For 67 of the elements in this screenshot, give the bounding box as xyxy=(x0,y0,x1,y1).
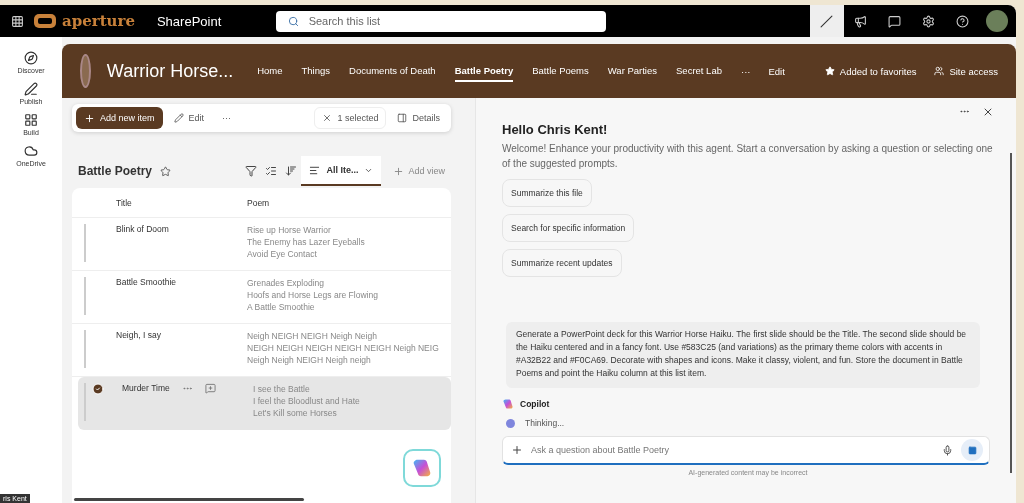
onedrive-icon xyxy=(24,144,38,158)
copilot-button[interactable] xyxy=(403,449,441,487)
clear-selection-button[interactable]: 1 selected xyxy=(314,107,387,129)
mic-icon[interactable] xyxy=(942,444,953,456)
nav-link[interactable]: Home xyxy=(257,60,283,82)
column-header[interactable]: Poem xyxy=(247,197,451,208)
star-icon xyxy=(824,66,835,76)
site-logo xyxy=(80,54,91,88)
close-icon xyxy=(322,113,333,123)
close-icon[interactable] xyxy=(982,106,994,118)
plus-icon xyxy=(393,165,405,177)
favorite-star-icon[interactable] xyxy=(160,165,172,177)
search-field[interactable]: Search this list xyxy=(275,10,606,32)
plus-icon xyxy=(84,112,95,124)
app-name: SharePoint xyxy=(156,13,222,29)
avatar[interactable] xyxy=(986,10,1008,32)
edit-link[interactable]: Edit xyxy=(768,65,785,77)
nav-link[interactable]: Secret Lab xyxy=(676,60,722,82)
copilot-logo-icon xyxy=(411,457,433,479)
poem-cell-text: Grenades Exploding Hoofs and Horse Legs are Flowing A Battle Smoothie xyxy=(247,277,379,314)
nav-link[interactable]: War Parties xyxy=(607,60,657,82)
lines-icon xyxy=(309,164,321,176)
poem-cell-text: I see the Battle I feel the Bloodlust and Hate Let's Kill some Horses xyxy=(253,383,361,420)
site-title: Warrior Horse... xyxy=(106,60,234,82)
sender-name: Copilot xyxy=(520,399,550,409)
title-cell: Murder Time xyxy=(122,383,170,393)
comment-icon[interactable] xyxy=(204,383,216,394)
prompt-button[interactable]: Summarize recent updates xyxy=(502,249,622,277)
title-cell: Battle Smoothie xyxy=(116,277,176,287)
nav-link[interactable]: Documents of Death xyxy=(349,60,436,82)
poem-cell-text: Neigh NEIGH NEIGH Neigh Neigh NEIGH NEIGH NEIGH NEIGH NEIGH Neigh NEIG Neigh Neigh NEIGH Neigh neigh xyxy=(247,330,440,367)
panel-icon xyxy=(397,113,408,123)
placeholder-text: Ask a question about Battle Poetry xyxy=(531,445,671,455)
publish-icon xyxy=(24,82,38,96)
plus-icon[interactable] xyxy=(511,444,523,456)
discover-icon xyxy=(24,51,38,65)
title-cell: Blink of Doom xyxy=(116,224,169,234)
title-cell: Neigh, I say xyxy=(116,330,161,340)
prompt-button[interactable]: Search for specific information xyxy=(502,214,635,242)
column-header[interactable]: Title xyxy=(116,197,247,208)
nav-link[interactable]: Things xyxy=(301,60,330,82)
welcome-text: Welcome! Enhance your productivity with this agent. Start a conversation by asking a question or selecting one of the suggested prompts. xyxy=(502,142,994,171)
thinking-dot xyxy=(506,418,515,428)
favorites-button[interactable]: Added to favorites xyxy=(824,65,917,77)
list-row[interactable]: Murder Time I see the Battle I feel the Bloodlust and Hate Let's Kill some Horses xyxy=(78,377,451,430)
brand-name: aperture xyxy=(62,12,135,30)
stop-button[interactable] xyxy=(961,439,983,461)
more-button[interactable]: ··· xyxy=(740,65,751,77)
people-icon xyxy=(934,66,945,76)
status-text: Thinking... xyxy=(525,418,565,428)
site-access-button[interactable]: Site access xyxy=(934,65,998,77)
pencil-icon xyxy=(173,113,184,123)
stop-icon xyxy=(967,445,977,455)
user-message: Generate a PowerPoint deck for this Warrior Horse Haiku. The first slide should be the Title. The second slide should be the Haiku centered and in a fancy font. Use #583C25 (and variations) as the primary theme colors with accents in #A32B22 and #F0CA69. Decorate with shapes and icons. Make it classy, violent, and fun. Store the document in Battle Poems and point the Haiku column at this list item. xyxy=(506,322,980,388)
chat-input[interactable]: Ask a question about Battle Poetry xyxy=(502,436,990,465)
add-item-button[interactable]: Add new item xyxy=(76,107,163,129)
view-tab[interactable]: All Ite... xyxy=(301,156,382,186)
search-icon xyxy=(287,15,299,27)
greeting: Hello Chris Kent! xyxy=(502,122,609,137)
build-icon xyxy=(24,113,38,127)
nav-link[interactable]: Battle Poems xyxy=(532,60,589,82)
poem-cell-text: Rise up Horse Warrior The Enemy has Lazer Eyeballs Avoid Eye Contact xyxy=(247,224,366,261)
check-icon[interactable] xyxy=(92,383,104,395)
list-title: Battle Poetry xyxy=(78,164,153,178)
nav-link[interactable]: Battle Poetry xyxy=(454,60,514,82)
logo-icon xyxy=(34,14,56,28)
prompt-button[interactable]: Summarize this file xyxy=(502,179,592,207)
